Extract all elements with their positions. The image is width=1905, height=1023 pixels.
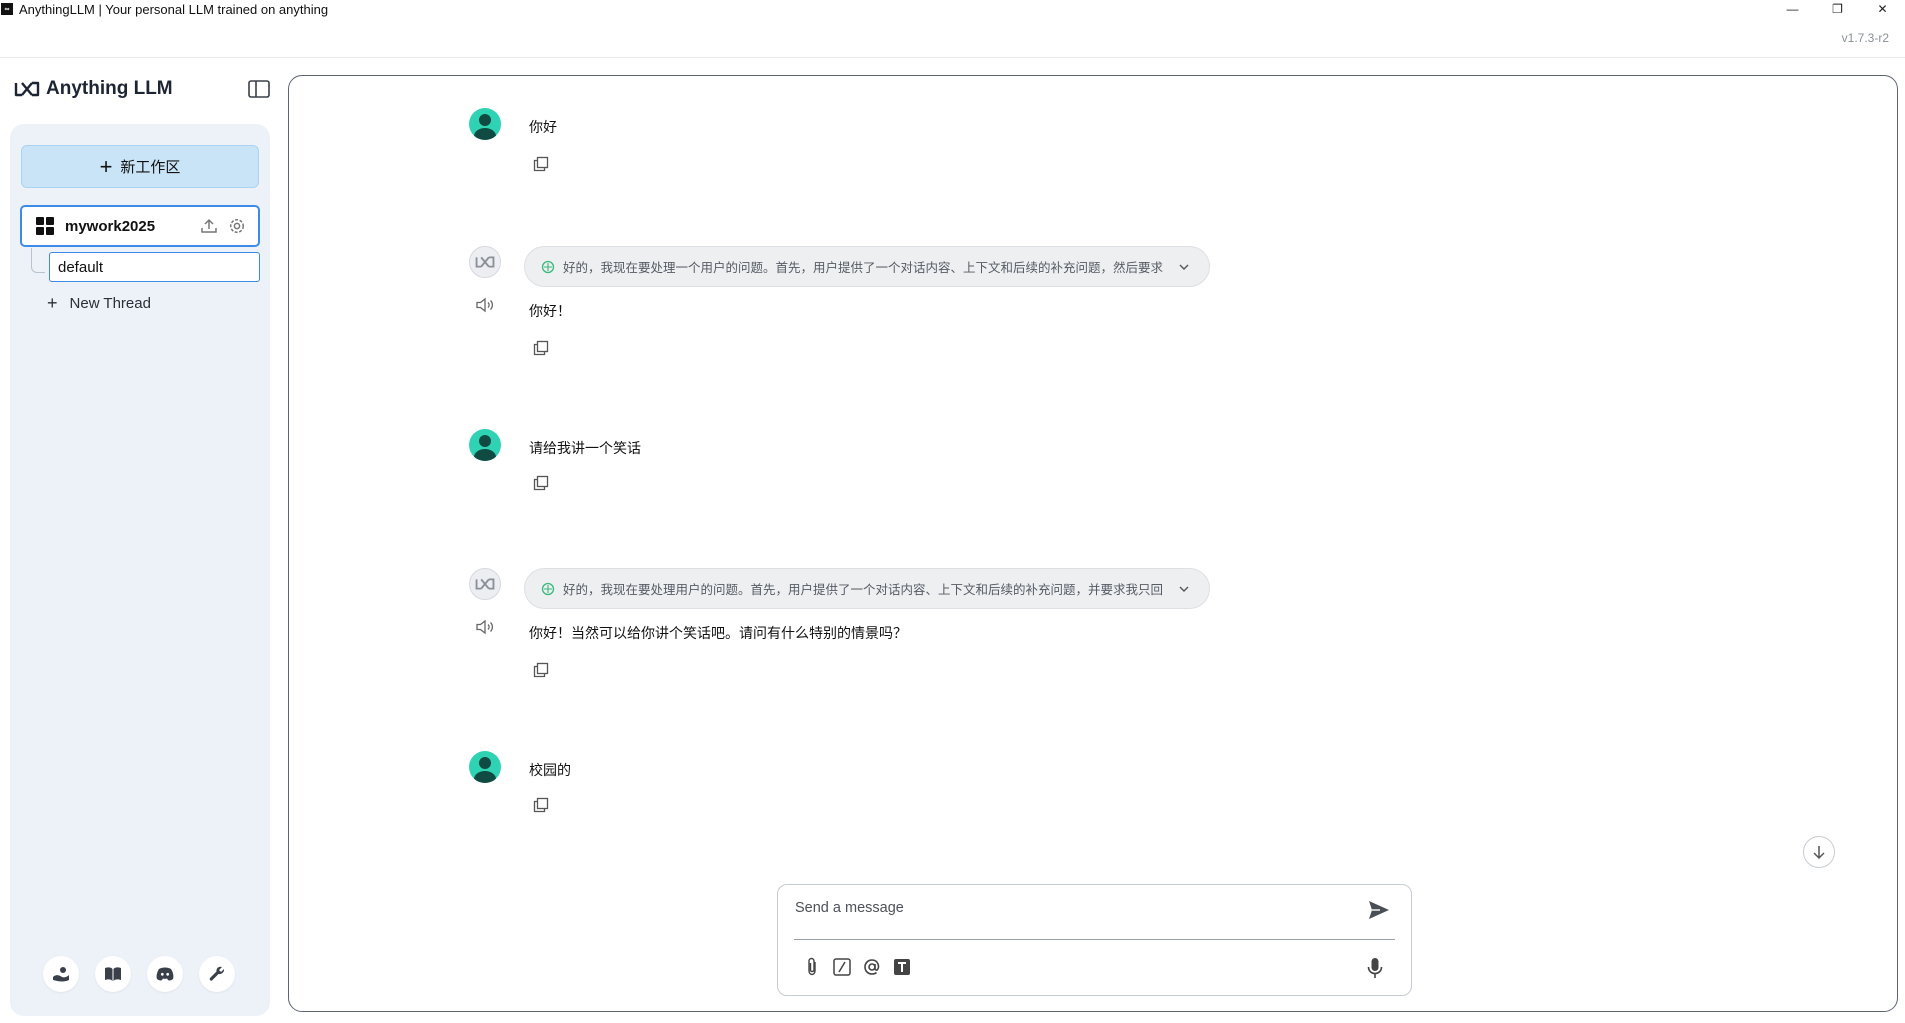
slash-command-icon (833, 958, 851, 976)
at-mention-icon (864, 959, 880, 975)
assistant-avatar (469, 246, 501, 278)
workspace-grid-icon (36, 217, 54, 235)
chevron-down-icon (1179, 586, 1189, 592)
brand-name: Anything LLM (46, 78, 173, 99)
message-text: 你好 (529, 119, 557, 135)
message-text: 你好！ (529, 303, 571, 319)
attach-icon (808, 957, 816, 976)
composer-divider (794, 939, 1395, 940)
message-composer: Send a message (777, 884, 1412, 996)
thinking-icon (541, 260, 555, 273)
community-hub-icon (53, 967, 69, 982)
app-logo-icon: ∞ (1, 3, 13, 15)
brand-logo[interactable]: Anything LLM (14, 78, 173, 100)
text-size-button[interactable] (892, 957, 912, 977)
assistant-avatar (469, 568, 501, 600)
copy-icon[interactable] (533, 156, 549, 172)
new-workspace-label: 新工作区 (120, 159, 181, 176)
send-icon[interactable] (1368, 900, 1390, 920)
message-input[interactable]: Send a message (795, 900, 904, 916)
version-label: v1.7.3-r2 (1841, 31, 1889, 45)
user-avatar (469, 429, 501, 461)
new-thread-label: New Thread (69, 294, 151, 312)
discord-icon (156, 967, 174, 981)
scroll-to-bottom-button[interactable] (1803, 836, 1835, 868)
plus-icon: + (47, 293, 58, 313)
message-text: 你好！当然可以给你讲个笑话吧。请问有什么特别的情景吗？ (529, 625, 907, 641)
thinking-icon (541, 582, 555, 595)
thread-item-default[interactable]: default (49, 252, 260, 282)
copy-icon[interactable] (533, 662, 549, 678)
sidebar-header: Anything LLM (14, 78, 270, 102)
arrow-down-icon (1813, 846, 1825, 860)
chevron-down-icon (1179, 264, 1189, 270)
settings-wrench-icon (209, 966, 225, 981)
thread-label: default (58, 258, 104, 276)
plus-icon: + (99, 153, 113, 179)
thread-branch-line (31, 248, 45, 273)
speaker-icon[interactable] (475, 296, 495, 314)
slash-command-button[interactable] (832, 957, 852, 977)
new-workspace-button[interactable]: + 新工作区 (21, 145, 259, 188)
thought-chain-toggle[interactable]: 好的，我现在要处理一个用户的问题。首先，用户提供了一个对话内容、上下文和后续的补… (524, 246, 1210, 287)
sidebar: + 新工作区 mywork2025 default + New Thread (10, 124, 270, 1016)
window-titlebar: ∞ AnythingLLM | Your personal LLM traine… (0, 0, 1905, 18)
message-text: 请给我讲一个笑话 (529, 440, 641, 456)
chat-panel: 你好 好的，我现在要处理一个用户的问题。首先，用户提供了一个对话内容、上下文和后… (288, 75, 1898, 1012)
upload-icon[interactable] (200, 217, 218, 235)
docs-button[interactable] (95, 956, 131, 992)
anything-llm-logo-icon (14, 81, 40, 97)
sidebar-toggle-icon[interactable] (248, 80, 270, 98)
copy-icon[interactable] (533, 797, 549, 813)
sidebar-footer (43, 956, 235, 992)
docs-book-icon (105, 967, 121, 981)
copy-icon[interactable] (533, 340, 549, 356)
message-text: 校园的 (529, 762, 571, 778)
text-size-icon (894, 959, 910, 975)
restore-button[interactable]: ❐ (1815, 0, 1860, 18)
composer-tools (802, 957, 912, 977)
user-avatar (469, 108, 501, 140)
workspace-name: mywork2025 (65, 217, 156, 235)
discord-button[interactable] (147, 956, 183, 992)
close-button[interactable]: ✕ (1860, 0, 1905, 18)
workspace-item[interactable]: mywork2025 (20, 205, 260, 247)
thought-summary: 好的，我现在要处理用户的问题。首先，用户提供了一个对话内容、上下文和后续的补充问… (563, 583, 1163, 597)
at-mention-button[interactable] (862, 957, 882, 977)
attach-button[interactable] (802, 957, 822, 977)
thought-chain-toggle[interactable]: 好的，我现在要处理用户的问题。首先，用户提供了一个对话内容、上下文和后续的补充问… (524, 568, 1210, 609)
anything-llm-logo-icon (475, 256, 495, 268)
new-thread-button[interactable]: + New Thread (47, 294, 151, 312)
copy-icon[interactable] (533, 475, 549, 491)
speaker-icon[interactable] (475, 618, 495, 636)
gear-icon[interactable] (228, 217, 246, 235)
settings-button[interactable] (199, 956, 235, 992)
minimize-button[interactable]: — (1770, 0, 1815, 18)
window-title: AnythingLLM | Your personal LLM trained … (19, 1, 329, 17)
community-hub-button[interactable] (43, 956, 79, 992)
microphone-icon[interactable] (1365, 957, 1385, 979)
user-avatar (469, 751, 501, 783)
anything-llm-logo-icon (475, 578, 495, 590)
top-strip: v1.7.3-r2 (0, 18, 1905, 58)
thought-summary: 好的，我现在要处理一个用户的问题。首先，用户提供了一个对话内容、上下文和后续的补… (563, 261, 1163, 275)
